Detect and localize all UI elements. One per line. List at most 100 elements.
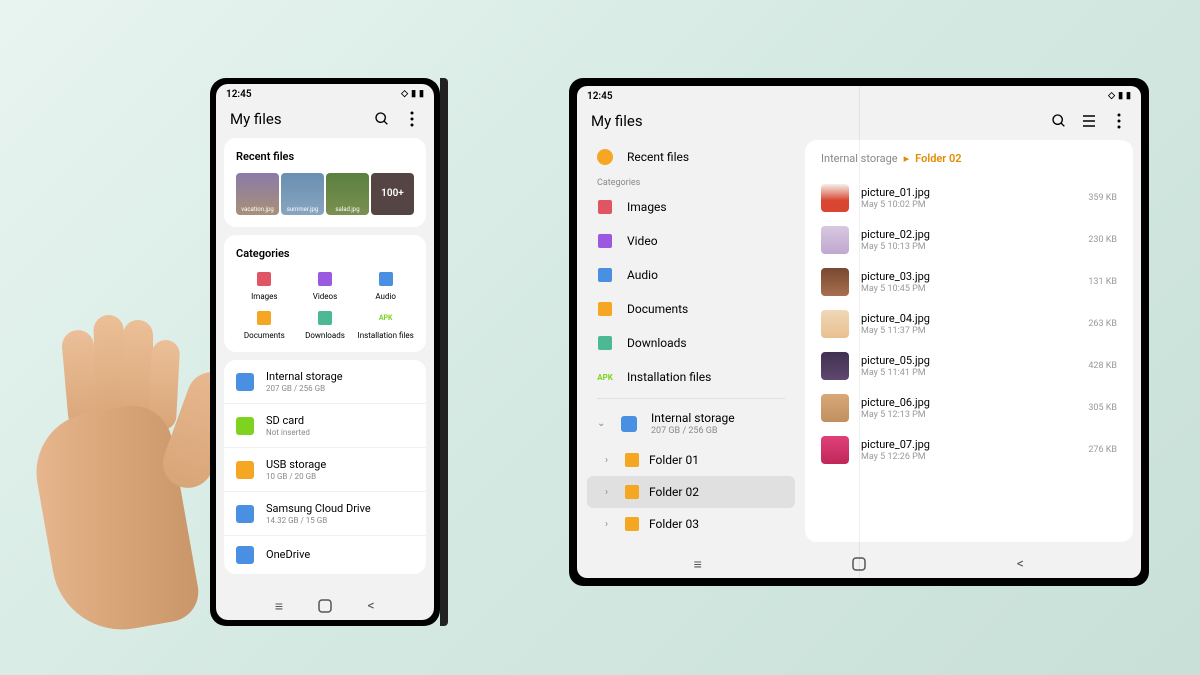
file-thumb — [821, 226, 849, 254]
sidebar-folder[interactable]: › Folder 03 — [587, 508, 795, 540]
app-title: My files — [230, 110, 282, 128]
battery-icon: ▮ — [1126, 91, 1131, 101]
category-label: Installation files — [358, 331, 414, 340]
file-row[interactable]: picture_03.jpgMay 5 10:45 PM131 KB — [821, 261, 1117, 303]
file-row[interactable]: picture_05.jpgMay 5 11:41 PM428 KB — [821, 345, 1117, 387]
file-size: 359 KB — [1088, 193, 1117, 203]
sidebar-label: Recent files — [627, 150, 689, 164]
sidebar-category[interactable]: Documents — [587, 292, 795, 326]
phone-device: 12:45 ◇ ▮ ▮ My files Recent files vacati… — [210, 78, 440, 626]
file-name: picture_03.jpg — [861, 270, 1076, 283]
home-button[interactable] — [317, 598, 333, 614]
chevron-right-icon: › — [605, 519, 615, 530]
storage-icon — [236, 373, 254, 391]
sidebar-folder[interactable]: › Folder 02 — [587, 476, 795, 508]
sidebar-category[interactable]: APKInstallation files — [587, 360, 795, 394]
category-icon: APK — [377, 309, 395, 327]
breadcrumb-current: Folder 02 — [915, 152, 961, 165]
file-row[interactable]: picture_06.jpgMay 5 12:13 PM305 KB — [821, 387, 1117, 429]
storage-item[interactable]: USB storage10 GB / 20 GB — [224, 448, 426, 492]
file-row[interactable]: picture_01.jpgMay 5 10:02 PM359 KB — [821, 177, 1117, 219]
file-row[interactable]: picture_04.jpgMay 5 11:37 PM263 KB — [821, 303, 1117, 345]
category-item[interactable]: APK Installation files — [357, 309, 414, 340]
category-item[interactable]: Downloads — [297, 309, 354, 340]
file-size: 230 KB — [1088, 235, 1117, 245]
storage-item[interactable]: Internal storage207 GB / 256 GB — [224, 360, 426, 404]
battery-icon: ▮ — [419, 89, 424, 99]
recents-button[interactable]: ≡ — [271, 598, 287, 614]
search-icon[interactable] — [1051, 113, 1067, 129]
category-label: Downloads — [305, 331, 345, 340]
storage-sub: 207 GB / 256 GB — [651, 426, 785, 436]
sidebar-label: Audio — [627, 268, 658, 282]
sidebar-category[interactable]: Audio — [587, 258, 795, 292]
recent-thumb[interactable]: vacation.jpg — [236, 173, 279, 215]
status-time: 12:45 — [226, 89, 252, 100]
category-item[interactable]: Audio — [357, 270, 414, 301]
detail-panel: Internal storage ▸ Folder 02 picture_01.… — [805, 140, 1133, 542]
folder-label: Folder 02 — [649, 485, 699, 499]
folder-icon — [625, 517, 639, 531]
sidebar-storage[interactable]: ⌄ Internal storage 207 GB / 256 GB — [587, 403, 795, 444]
recent-thumb[interactable]: salad.jpg — [326, 173, 369, 215]
file-thumb — [821, 436, 849, 464]
chevron-down-icon: ⌄ — [597, 418, 607, 429]
file-name: picture_07.jpg — [861, 438, 1076, 451]
file-name: picture_02.jpg — [861, 228, 1076, 241]
file-date: May 5 11:37 PM — [861, 326, 1076, 336]
sidebar-category[interactable]: Video — [587, 224, 795, 258]
file-date: May 5 10:13 PM — [861, 242, 1076, 252]
chevron-right-icon: › — [605, 487, 615, 498]
sidebar-category[interactable]: Downloads — [587, 326, 795, 360]
storage-name: SD card — [266, 414, 414, 427]
storage-item[interactable]: Samsung Cloud Drive14.32 GB / 15 GB — [224, 492, 426, 536]
folder-icon — [625, 485, 639, 499]
file-thumb — [821, 352, 849, 380]
sidebar-label: Downloads — [627, 336, 687, 350]
file-thumb — [821, 184, 849, 212]
category-item[interactable]: Documents — [236, 309, 293, 340]
category-icon — [597, 233, 613, 249]
recent-thumb[interactable]: summer.jpg — [281, 173, 324, 215]
storage-sub: 10 GB / 20 GB — [266, 472, 414, 481]
categories-card: Categories Images Videos Audio Documents Dow… — [224, 235, 426, 352]
category-item[interactable]: Images — [236, 270, 293, 301]
signal-icon: ▮ — [411, 89, 416, 99]
category-icon: APK — [597, 369, 613, 385]
tablet-device: 12:45 ◇ ▮ ▮ My files Recent files Catego… — [569, 78, 1149, 586]
back-button[interactable]: < — [1012, 556, 1028, 572]
recent-thumb-more[interactable]: 100+ — [371, 173, 414, 215]
category-icon — [377, 270, 395, 288]
sidebar-folder[interactable]: ›Folder 01 — [587, 444, 795, 476]
category-icon — [597, 335, 613, 351]
sidebar-category[interactable]: Images — [587, 190, 795, 224]
back-button[interactable]: < — [363, 598, 379, 614]
categories-title: Categories — [236, 247, 414, 260]
file-row[interactable]: picture_07.jpgMay 5 12:26 PM276 KB — [821, 429, 1117, 471]
sidebar-recent[interactable]: Recent files — [587, 140, 795, 174]
storage-sub: 207 GB / 256 GB — [266, 384, 414, 393]
category-item[interactable]: Videos — [297, 270, 354, 301]
recents-button[interactable]: ≡ — [690, 556, 706, 572]
storage-icon — [236, 417, 254, 435]
chevron-right-icon: › — [605, 455, 615, 466]
categories-label: Categories — [587, 174, 795, 190]
category-icon — [316, 270, 334, 288]
category-label: Videos — [313, 292, 337, 301]
file-date: May 5 12:13 PM — [861, 410, 1076, 420]
file-date: May 5 12:26 PM — [861, 452, 1076, 462]
more-icon[interactable] — [1111, 113, 1127, 129]
status-bar: 12:45 ◇ ▮ ▮ — [216, 84, 434, 102]
clock-icon — [597, 149, 613, 165]
list-view-icon[interactable] — [1081, 113, 1097, 129]
file-row[interactable]: picture_02.jpgMay 5 10:13 PM 230 KB — [821, 219, 1117, 261]
more-icon[interactable] — [404, 111, 420, 127]
file-thumb — [821, 394, 849, 422]
category-icon — [316, 309, 334, 327]
file-name: picture_06.jpg — [861, 396, 1076, 409]
storage-item[interactable]: SD cardNot inserted — [224, 404, 426, 448]
storage-item[interactable]: OneDrive — [224, 536, 426, 574]
sidebar: Recent files Categories ImagesVideo Audio… — [577, 140, 805, 550]
folder-label: Folder 03 — [649, 517, 699, 531]
search-icon[interactable] — [374, 111, 390, 127]
